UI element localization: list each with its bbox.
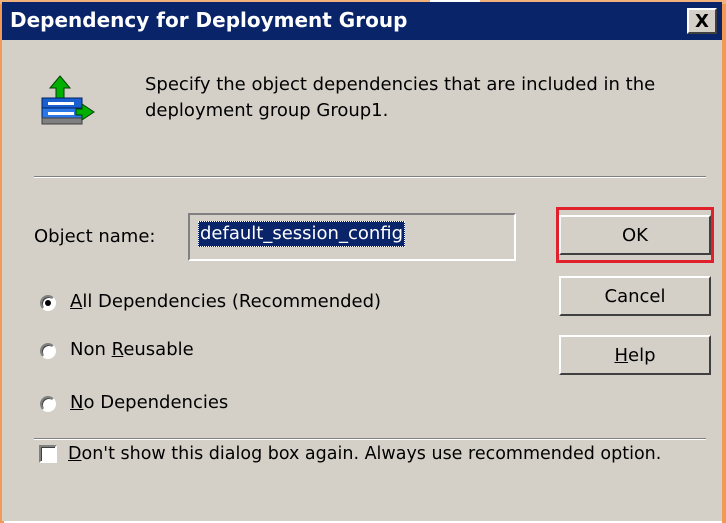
radio-all-dependencies[interactable] (40, 295, 56, 311)
radio-no-dependencies-label[interactable]: No Dependencies (70, 392, 228, 413)
window-title: Dependency for Deployment Group (10, 8, 408, 32)
deployment-group-icon (41, 75, 95, 125)
close-icon: X (695, 10, 709, 32)
radio-non-reusable[interactable] (40, 343, 56, 359)
radio-non-reusable-label[interactable]: Non Reusable (70, 339, 194, 360)
close-button[interactable]: X (687, 8, 717, 34)
cancel-button[interactable]: Cancel (559, 276, 711, 316)
radio-all-dependencies-label[interactable]: All Dependencies (Recommended) (70, 291, 381, 312)
ok-button-label: OK (622, 224, 648, 246)
help-button-label: Help (614, 344, 656, 366)
ok-button[interactable]: OK (559, 215, 711, 255)
frame-edge-right (722, 0, 726, 523)
dont-show-label[interactable]: Don't show this dialog box again. Always… (68, 444, 661, 464)
help-button[interactable]: Help (559, 335, 711, 375)
object-name-value: default_session_config (198, 221, 406, 247)
dependency-dialog: Dependency for Deployment Group X Specif… (2, 2, 722, 521)
cancel-button-label: Cancel (604, 285, 666, 307)
dialog-description: Specify the object dependencies that are… (145, 74, 656, 121)
top-separator (34, 176, 706, 178)
title-bar[interactable]: Dependency for Deployment Group X (2, 2, 722, 40)
bottom-separator (34, 438, 706, 440)
object-name-label: Object name: (34, 226, 156, 247)
dont-show-checkbox[interactable] (39, 445, 57, 463)
radio-no-dependencies[interactable] (40, 396, 56, 412)
